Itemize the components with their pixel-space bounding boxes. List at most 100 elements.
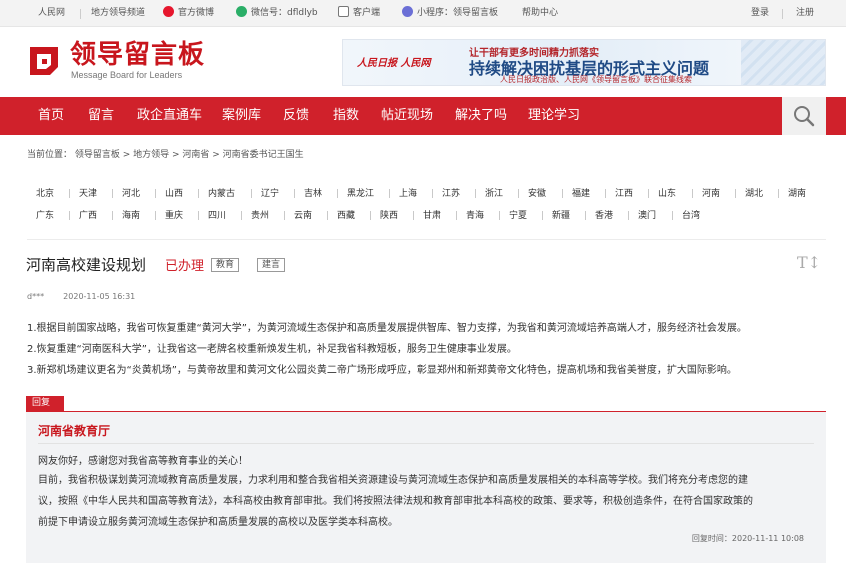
divider <box>432 189 433 198</box>
divider <box>327 211 328 220</box>
province-link[interactable]: 安徽 <box>528 186 546 199</box>
province-link[interactable]: 浙江 <box>485 186 503 199</box>
province-link[interactable]: 吉林 <box>304 186 322 199</box>
divider <box>370 211 371 220</box>
province-link[interactable]: 台湾 <box>682 208 700 221</box>
nav-home[interactable]: 首页 <box>38 97 64 135</box>
province-link[interactable]: 辽宁 <box>261 186 279 199</box>
tag-education[interactable]: 教育 <box>211 258 240 272</box>
province-link[interactable]: 北京 <box>36 186 54 199</box>
banner-brand: 人民日报 人民网 <box>357 58 431 69</box>
province-link[interactable]: 山东 <box>658 186 676 199</box>
reply-organization[interactable]: 河南省教育厅 <box>38 422 110 439</box>
divider <box>413 211 414 220</box>
province-link[interactable]: 甘肃 <box>423 208 441 221</box>
province-link[interactable]: 江苏 <box>442 186 460 199</box>
nav-solved[interactable]: 解决了吗 <box>455 97 507 135</box>
province-link[interactable]: 河南 <box>702 186 720 199</box>
province-link[interactable]: 四川 <box>208 208 226 221</box>
search-button[interactable] <box>782 97 826 135</box>
province-link[interactable]: 重庆 <box>165 208 183 221</box>
message-line: 1.根据目前国家战略，我省可恢复重建“黄河大学”，为黄河流域生态保护和高质量发展… <box>27 323 747 334</box>
province-link[interactable]: 江西 <box>615 186 633 199</box>
leader-channel-link[interactable]: 地方领导频道 <box>91 0 145 27</box>
reply-line: 网友你好，感谢您对我省高等教育事业的关心！ <box>38 456 248 467</box>
divider <box>518 189 519 198</box>
divider <box>155 189 156 198</box>
main-nav: 首页 留言 政企直通车 案例库 反馈 指数 帖近现场 解决了吗 理论学习 <box>0 97 846 135</box>
nav-gov-enterprise[interactable]: 政企直通车 <box>137 97 202 135</box>
divider <box>38 443 814 444</box>
province-link[interactable]: 西藏 <box>337 208 355 221</box>
client-label: 客户端 <box>353 8 381 18</box>
divider <box>735 189 736 198</box>
province-link[interactable]: 云南 <box>294 208 312 221</box>
status-badge: 已办理 <box>165 259 205 274</box>
nav-index[interactable]: 指数 <box>333 97 359 135</box>
province-link[interactable]: 新疆 <box>552 208 570 221</box>
breadcrumb: 当前位置： 领导留言板 > 地方领导 > 河南省 > 河南省委书记王国生 <box>27 150 304 160</box>
client-icon <box>338 6 349 17</box>
province-link[interactable]: 宁夏 <box>509 208 527 221</box>
province-link[interactable]: 海南 <box>122 208 140 221</box>
login-link[interactable]: 登录 <box>751 0 769 27</box>
wechat-label: 微信号：dfldlyb <box>251 8 318 18</box>
divider <box>337 189 338 198</box>
logo-mark-icon <box>30 47 58 75</box>
province-link[interactable]: 湖南 <box>788 186 806 199</box>
message-meta: d*** 2020-11-05 16:31 <box>27 292 135 301</box>
reply-time: 回复时间：2020-11-11 10:08 <box>691 534 804 543</box>
site-logo[interactable]: 领导留言板 Message Board for Leaders <box>26 39 206 85</box>
font-size-icon[interactable]: T↕ <box>797 253 821 272</box>
people-link[interactable]: 人民网 <box>38 0 65 27</box>
divider <box>69 189 70 198</box>
nav-feedback[interactable]: 反馈 <box>283 97 309 135</box>
province-link[interactable]: 贵州 <box>251 208 269 221</box>
client-link[interactable]: 客户端 <box>338 0 380 27</box>
divider <box>542 211 543 220</box>
nav-theory[interactable]: 理论学习 <box>528 97 580 135</box>
divider <box>692 189 693 198</box>
wechat-link[interactable]: 微信号：dfldlyb <box>236 0 318 27</box>
divider <box>284 211 285 220</box>
province-link[interactable]: 陕西 <box>380 208 398 221</box>
promo-banner[interactable]: 人民日报 人民网 让干部有更多时间精力抓落实 持续解决困扰基层的形式主义问题 人… <box>342 39 826 86</box>
register-link[interactable]: 注册 <box>796 0 814 27</box>
miniprogram-link[interactable]: 小程序：领导留言板 <box>402 0 498 27</box>
province-link[interactable]: 山西 <box>165 186 183 199</box>
divider <box>155 211 156 220</box>
province-link[interactable]: 广东 <box>36 208 54 221</box>
divider <box>672 211 673 220</box>
message-title: 河南高校建设规划 <box>26 256 147 274</box>
divider <box>241 211 242 220</box>
weibo-icon <box>163 6 174 17</box>
weibo-link[interactable]: 官方微博 <box>163 0 214 27</box>
divider <box>198 189 199 198</box>
divider <box>456 211 457 220</box>
province-link[interactable]: 湖北 <box>745 186 763 199</box>
province-link[interactable]: 福建 <box>572 186 590 199</box>
post-time: 2020-11-05 16:31 <box>63 292 136 301</box>
province-link[interactable]: 青海 <box>466 208 484 221</box>
province-link[interactable]: 黑龙江 <box>347 186 374 199</box>
divider <box>648 189 649 198</box>
province-link[interactable]: 香港 <box>595 208 613 221</box>
nav-on-site[interactable]: 帖近现场 <box>381 97 433 135</box>
province-link[interactable]: 澳门 <box>638 208 656 221</box>
province-link[interactable]: 上海 <box>399 186 417 199</box>
province-link[interactable]: 广西 <box>79 208 97 221</box>
help-link[interactable]: 帮助中心 <box>522 0 558 27</box>
search-icon <box>794 106 815 127</box>
province-link[interactable]: 河北 <box>122 186 140 199</box>
reply-line: 前提下申请设立服务黄河流域生态保护和高质量发展的高校以及医学类本科高校。 <box>38 517 398 528</box>
nav-messages[interactable]: 留言 <box>88 97 114 135</box>
divider <box>562 189 563 198</box>
province-link[interactable]: 天津 <box>79 186 97 199</box>
divider <box>69 211 70 220</box>
top-bar: 人民网 地方领导频道 官方微博 微信号：dfldlyb 客户端 小程序：领导留言… <box>0 0 846 27</box>
province-link[interactable]: 内蒙古 <box>208 186 235 199</box>
banner-decoration <box>741 40 825 85</box>
nav-case-library[interactable]: 案例库 <box>222 97 261 135</box>
logo-subtitle: Message Board for Leaders <box>71 70 183 80</box>
tag-suggestion[interactable]: 建言 <box>257 258 286 272</box>
